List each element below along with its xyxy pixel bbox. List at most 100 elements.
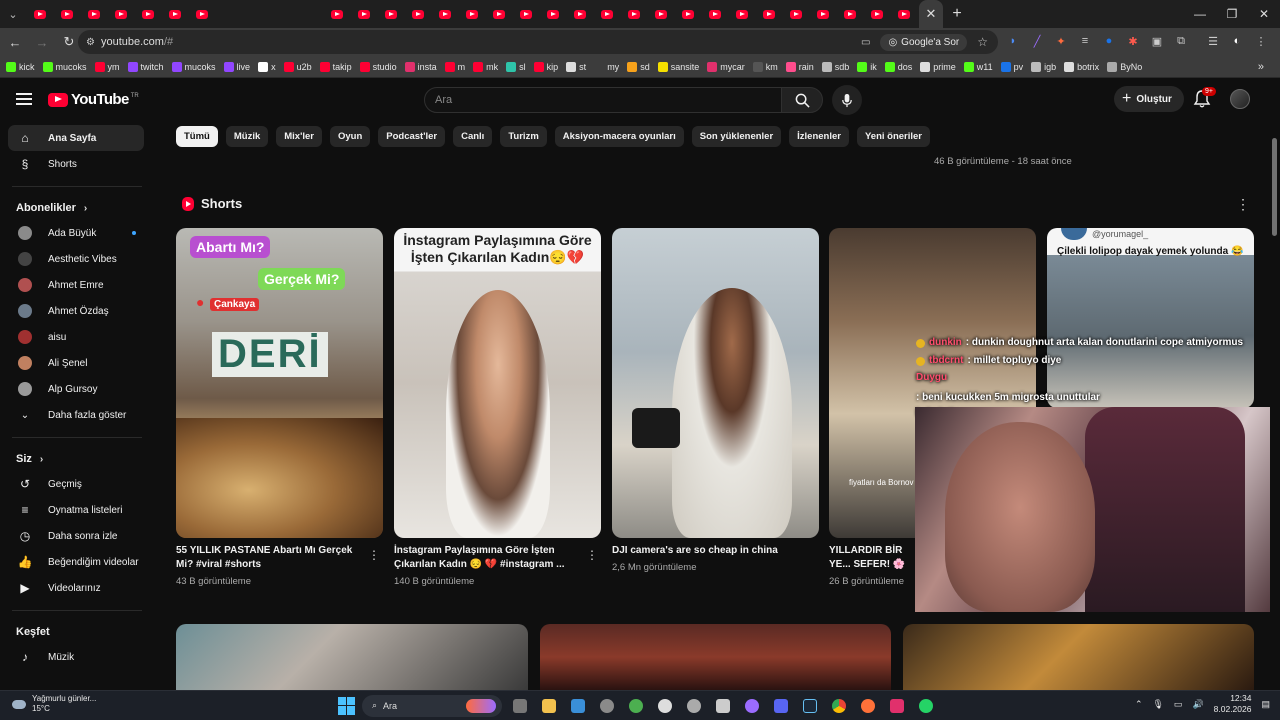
bookmark-item[interactable]: mk (473, 61, 498, 72)
maximize-icon[interactable]: ❐ (1216, 0, 1248, 28)
subscription-item[interactable]: Ahmet Özdaş (8, 298, 144, 324)
minimize-icon[interactable]: — (1184, 0, 1216, 28)
extension-icon[interactable]: ≡ (1076, 32, 1094, 50)
bookmark-item[interactable]: sd (627, 61, 650, 72)
bookmark-item[interactable]: dos (884, 61, 912, 72)
youtube-tab[interactable] (539, 0, 566, 28)
youtube-tab[interactable] (809, 0, 836, 28)
voice-search-button[interactable] (832, 85, 862, 115)
site-info-icon[interactable]: ⚙ (86, 37, 95, 48)
short-title[interactable]: YILLARDIR BİR YE... SEFER! 🌸 (829, 544, 915, 572)
forward-icon[interactable]: → (30, 30, 54, 54)
file-explorer-icon[interactable] (537, 694, 560, 717)
subscription-item[interactable]: Ahmet Emre (8, 272, 144, 298)
settings-app-icon[interactable] (595, 694, 618, 717)
youtube-tab[interactable] (593, 0, 620, 28)
reading-list-icon[interactable]: ☰ (1204, 32, 1222, 50)
windows-start-icon[interactable] (338, 696, 356, 715)
filter-chip[interactable]: Aksiyon-macera oyunları (554, 126, 684, 147)
cast-icon[interactable]: ▭ (861, 37, 870, 48)
scrollbar-thumb[interactable] (1272, 138, 1277, 236)
bookmark-item[interactable]: x (258, 61, 276, 72)
youtube-tab[interactable] (890, 0, 917, 28)
taskbar-search[interactable]: ⌕ Ara (362, 694, 502, 717)
extensions-puzzle-icon[interactable]: ⧉ (1172, 32, 1190, 50)
bookmark-item[interactable]: mucoks (42, 61, 87, 72)
subscription-item[interactable]: Alp Gursoy (8, 376, 144, 402)
youtube-tab[interactable] (674, 0, 701, 28)
notification-center-icon[interactable]: ▤ (1261, 699, 1270, 710)
whatsapp-app-icon[interactable] (914, 694, 937, 717)
back-icon[interactable]: ← (3, 30, 27, 54)
filter-chip[interactable]: Yeni öneriler (856, 126, 931, 147)
account-avatar[interactable] (1230, 89, 1250, 109)
discord-app-icon[interactable] (769, 694, 792, 717)
youtube-tab[interactable] (836, 0, 863, 28)
sidebar-item[interactable]: § Shorts (8, 151, 144, 177)
sidebar-item[interactable]: 👍 Beğendiğim videolar (8, 549, 144, 575)
short-thumbnail[interactable] (612, 228, 819, 538)
youtube-tab[interactable] (458, 0, 485, 28)
youtube-logo[interactable]: YouTube TR (48, 91, 139, 108)
bookmark-item[interactable]: twitch (127, 61, 164, 72)
filter-chip[interactable]: İzlenenler (789, 126, 849, 147)
sidebar-item[interactable]: ◷ Daha sonra izle (8, 523, 144, 549)
youtube-tab[interactable] (863, 0, 890, 28)
short-thumbnail[interactable]: İnstagram Paylaşımına Göre İşten Çıkarıl… (394, 228, 601, 538)
youtube-tab[interactable] (620, 0, 647, 28)
bookmark-item[interactable]: mycar (707, 61, 745, 72)
youtube-tab[interactable] (80, 0, 107, 28)
menu-icon[interactable] (16, 93, 32, 105)
short-title[interactable]: 55 YILLIK PASTANE Abartı Mı Gerçek Mi? #… (176, 544, 362, 572)
app-icon[interactable] (711, 694, 734, 717)
new-tab-button[interactable]: + (943, 5, 971, 23)
youtube-tab[interactable] (134, 0, 161, 28)
short-menu-icon[interactable]: ⋮ (368, 548, 380, 562)
bookmark-item[interactable]: my (594, 61, 619, 72)
omnibox[interactable]: ⚙ youtube.com/# ▭ ◎ Google'a Sor ☆ (78, 30, 998, 54)
chrome-app-icon[interactable] (827, 694, 850, 717)
bookmark-item[interactable]: u2b (283, 61, 312, 72)
network-icon[interactable]: ▭ (1174, 699, 1183, 710)
search-button[interactable] (781, 87, 823, 113)
bookmark-item[interactable]: ik (857, 61, 877, 72)
subscription-item[interactable]: Aesthetic Vibes (8, 246, 144, 272)
filter-chip[interactable]: Tümü (176, 126, 218, 147)
bookmark-item[interactable]: pv (1000, 61, 1023, 72)
app-icon[interactable] (682, 694, 705, 717)
extension-icon[interactable]: ✦ (1052, 32, 1070, 50)
subscription-item[interactable]: Ada Büyük (8, 220, 144, 246)
firefox-app-icon[interactable] (856, 694, 879, 717)
extension-icon[interactable]: ● (1100, 32, 1118, 50)
store-app-icon[interactable] (566, 694, 589, 717)
close-window-icon[interactable]: ✕ (1248, 0, 1280, 28)
youtube-tab[interactable] (26, 0, 53, 28)
tray-chevron-icon[interactable]: ⌃ (1135, 699, 1143, 710)
bookmark-item[interactable]: studio (359, 61, 397, 72)
create-button[interactable]: + Oluştur (1114, 86, 1184, 112)
bookmark-item[interactable]: sansite (657, 61, 699, 72)
filter-chip[interactable]: Turizm (500, 126, 547, 147)
video-thumbnail[interactable] (176, 624, 528, 690)
sidebar-item[interactable]: ↺ Geçmiş (8, 471, 144, 497)
active-tab[interactable]: ✕ (919, 0, 943, 28)
headset-app-icon[interactable] (624, 694, 647, 717)
bookmark-item[interactable]: botrix (1064, 61, 1099, 72)
profile-icon[interactable]: ◐ (1228, 32, 1246, 50)
youtube-tab[interactable] (485, 0, 512, 28)
close-tab-icon[interactable]: ✕ (926, 6, 937, 22)
bookmark-item[interactable]: kip (533, 61, 558, 72)
subscription-item[interactable]: aisu (8, 324, 144, 350)
youtube-tab[interactable] (377, 0, 404, 28)
extension-icon[interactable]: ▣ (1148, 32, 1166, 50)
subscription-item[interactable]: Ali Şenel (8, 350, 144, 376)
search-input[interactable] (435, 94, 781, 106)
show-more-button[interactable]: ⌄ Daha fazla göster (8, 402, 144, 428)
extension-icon[interactable]: ✱ (1124, 32, 1142, 50)
clock[interactable]: 12:34 8.02.2026 (1214, 693, 1252, 715)
youtube-tab[interactable] (53, 0, 80, 28)
tab-search-button[interactable]: ⌄ (0, 0, 26, 28)
weather-widget[interactable]: Yağmurlu günler... 15°C (12, 694, 96, 714)
short-menu-icon[interactable]: ⋮ (586, 548, 598, 562)
youtube-tab[interactable] (701, 0, 728, 28)
